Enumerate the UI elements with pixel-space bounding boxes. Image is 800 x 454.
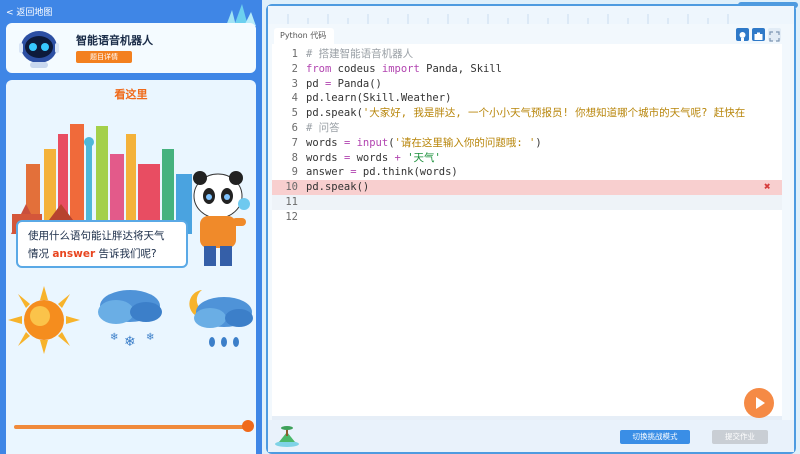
fullscreen-button[interactable] [768, 28, 781, 42]
svg-text:❄: ❄ [146, 332, 154, 343]
play-icon [756, 397, 765, 409]
code-text: pd = Panda() [306, 77, 382, 90]
progress-slider-track[interactable] [14, 425, 250, 429]
rain-moon-icon [189, 290, 253, 347]
robot-avatar-icon [19, 31, 59, 68]
code-text: words = words + '天气' [306, 151, 441, 164]
hint-bulb-button[interactable] [736, 28, 749, 41]
code-line[interactable]: 8 words = words + '天气' [272, 151, 782, 166]
code-line[interactable]: 7 words = input('请在这里输入你的问题哦: ') [272, 136, 782, 151]
code-text: # 问答 [306, 122, 340, 134]
question-card: 使用什么语句能让胖达将天气 情况 answer 告诉我们呢? [16, 220, 188, 268]
code-text: from codeus import Panda, Skill [306, 62, 502, 75]
expand-icon [769, 31, 780, 42]
question-keyword: answer [52, 248, 96, 260]
question-prefix: 使用什么语句能让胖达将天气 [28, 230, 165, 242]
svg-text:❄: ❄ [124, 334, 136, 350]
tab-python-code[interactable]: Python 代码 [274, 28, 334, 44]
line-number: 2 [291, 62, 298, 75]
line-number: 5 [291, 107, 298, 120]
panda-character-illustration [193, 171, 250, 266]
code-text: pd.learn(Skill.Weather) [306, 92, 452, 105]
code-line[interactable]: 6 # 问答 [272, 121, 782, 136]
lesson-panel: 看这里 使用什么语句能让胖达将天气 情况 answer 告诉我们呢? ❄ ❄ ❄ [6, 80, 256, 454]
line-number: 10 [285, 181, 298, 194]
submit-homework-button[interactable]: 提交作业 [712, 430, 768, 444]
robot-card-title: 智能语音机器人 [76, 34, 153, 47]
back-to-map-link[interactable]: < 返回地图 [6, 5, 52, 18]
editor-footer: 切换挑战模式 提交作业 [268, 420, 794, 452]
code-text: pd.speak() [306, 181, 370, 194]
code-editor[interactable]: 1 # 搭建智能语音机器人 2 from codeus import Panda, S… [272, 44, 782, 420]
line-number: 1 [291, 48, 298, 60]
code-line[interactable]: 11 [272, 195, 782, 210]
toolbox-icon [754, 32, 763, 40]
question-mid: 情况 [28, 248, 53, 260]
ruler-decoration [268, 6, 794, 24]
left-panel: < 返回地图 智能语音机器人 题目详情 看这里 使用什么语句能让胖达将天气 情况… [0, 0, 262, 454]
question-suffix: 告诉我们呢? [95, 248, 157, 260]
code-text: answer = pd.think(words) [306, 166, 458, 179]
problem-detail-button[interactable]: 题目详情 [76, 51, 132, 63]
svg-text:❄: ❄ [110, 332, 118, 343]
code-line[interactable]: 12 [272, 210, 782, 225]
question-text: 使用什么语句能让胖达将天气 情况 answer 告诉我们呢? [28, 227, 186, 263]
code-line[interactable]: 2 from codeus import Panda, Skill [272, 62, 782, 77]
bulb-icon [739, 32, 746, 41]
line-number: 4 [291, 92, 298, 105]
switch-challenge-mode-button[interactable]: 切换挑战模式 [620, 430, 690, 444]
code-text: # 搭建智能语音机器人 [306, 48, 414, 60]
line-number: 12 [285, 210, 298, 223]
lesson-heading: 看这里 [114, 88, 148, 101]
code-line[interactable]: 3 pd = Panda() [272, 77, 782, 92]
weather-icons-row: ❄ ❄ ❄ [8, 286, 253, 354]
code-line[interactable]: 4 pd.learn(Skill.Weather) [272, 91, 782, 106]
code-text: pd.speak('大家好, 我是胖达, 一个小小天气预报员! 你想知道哪个城市… [306, 107, 746, 120]
progress-slider-handle[interactable] [242, 420, 254, 432]
toolbox-button[interactable] [752, 28, 765, 41]
line-number: 7 [291, 136, 298, 149]
line-number: 9 [291, 166, 298, 179]
code-line[interactable]: 1 # 搭建智能语音机器人 [272, 47, 782, 62]
error-x-icon[interactable]: ✖ [764, 180, 771, 195]
line-number: 8 [291, 151, 298, 164]
line-number: 6 [291, 122, 298, 134]
island-icon [275, 426, 299, 447]
sun-icon [8, 286, 80, 354]
code-text: words = input('请在这里输入你的问题哦: ') [306, 136, 542, 149]
code-line[interactable]: 9 answer = pd.think(words) [272, 165, 782, 180]
code-line[interactable]: 5 pd.speak('大家好, 我是胖达, 一个小小天气预报员! 你想知道哪个城… [272, 106, 782, 121]
code-editor-panel: Python 代码 1 # 搭建智能语音机器人 2 from codeus impor… [266, 2, 798, 454]
line-number: 3 [291, 77, 298, 90]
line-number: 11 [285, 196, 298, 208]
robot-card: 智能语音机器人 题目详情 [6, 23, 256, 73]
code-line[interactable]: 10 pd.speak() ✖ [272, 180, 782, 195]
snow-cloud-icon: ❄ ❄ ❄ [98, 290, 162, 350]
